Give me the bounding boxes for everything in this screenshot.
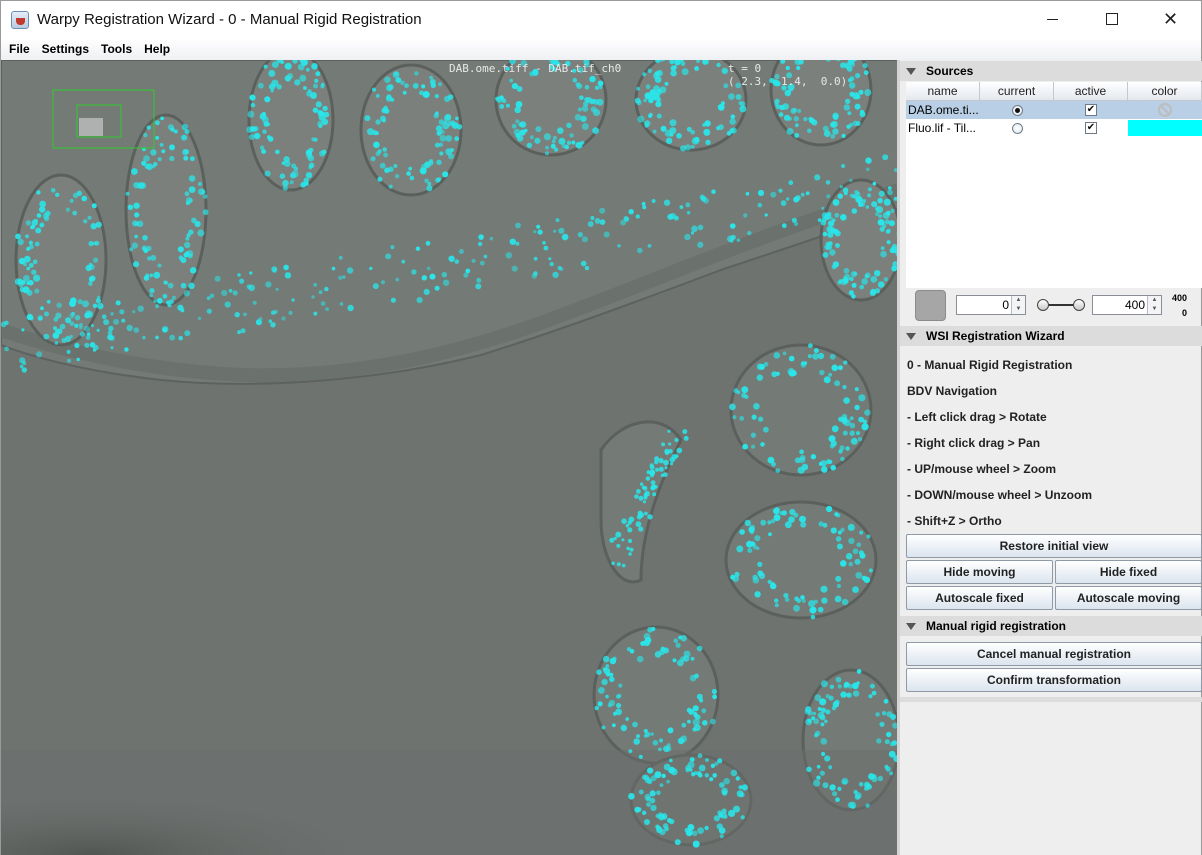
column-header-color[interactable]: color: [1128, 82, 1202, 101]
spinner-arrows-icon[interactable]: ▲ ▼: [1147, 296, 1161, 314]
color-picker-button[interactable]: [915, 290, 946, 321]
active-checkbox[interactable]: ✔: [1085, 104, 1097, 116]
range-slider[interactable]: [1037, 298, 1085, 312]
range-max-label: 400: [1172, 293, 1188, 303]
menu-tools[interactable]: Tools: [95, 42, 138, 56]
display-settings: 0 ▲ ▼ 400 ▲ ▼ 400 0: [900, 288, 1202, 326]
maximize-icon: [1105, 13, 1118, 25]
max-spinner[interactable]: 400 ▲ ▼: [1092, 295, 1162, 315]
range-min-handle[interactable]: [1037, 299, 1049, 311]
window-title: Warpy Registration Wizard - 0 - Manual R…: [37, 11, 422, 28]
wizard-hint: - Shift+Z > Ortho: [907, 514, 1002, 528]
table-row[interactable]: DAB.ome.ti... ✔: [906, 101, 1202, 119]
menu-settings[interactable]: Settings: [36, 42, 95, 56]
source-name: DAB.ome.ti...: [906, 101, 980, 119]
color-swatch[interactable]: [1128, 120, 1202, 136]
min-spinner[interactable]: 0 ▲ ▼: [956, 295, 1026, 315]
column-header-active[interactable]: active: [1054, 82, 1128, 101]
minimize-icon: [1047, 18, 1058, 20]
wizard-hint: - DOWN/mouse wheel > Unzoom: [907, 488, 1093, 502]
hide-fixed-button[interactable]: Hide fixed: [1055, 560, 1202, 584]
range-max-handle[interactable]: [1073, 299, 1085, 311]
no-color-icon[interactable]: [1158, 103, 1172, 117]
autoscale-moving-button[interactable]: Autoscale moving: [1055, 586, 1202, 610]
close-icon: ✕: [1162, 8, 1179, 30]
menu-help[interactable]: Help: [138, 42, 176, 56]
bdv-image-viewer[interactable]: DAB.ome.tiff - DAB.tif_ch0 t = 0 ( 2.3, …: [0, 60, 897, 855]
panel-divider: [900, 697, 1202, 702]
java-app-icon: [11, 10, 29, 29]
cancel-manual-registration-button[interactable]: Cancel manual registration: [906, 642, 1202, 666]
max-value: 400: [1124, 298, 1145, 312]
menu-bar: File Settings Tools Help: [0, 38, 1202, 60]
source-name-overlay: DAB.ome.tiff - DAB.tif_ch0: [449, 62, 622, 75]
min-value: 0: [1002, 298, 1009, 312]
column-header-name[interactable]: name: [906, 82, 980, 101]
wizard-section-header[interactable]: WSI Registration Wizard: [900, 326, 1202, 346]
close-button[interactable]: ✕: [1141, 0, 1200, 38]
table-row[interactable]: Fluo.lif - Til... ✔: [906, 119, 1202, 137]
coordinates-overlay: ( 2.3, 1.4, 0.0): [728, 75, 848, 88]
sources-table: name current active color DAB.ome.ti... …: [906, 82, 1202, 288]
collapse-triangle-icon: [906, 622, 916, 630]
column-header-current[interactable]: current: [980, 82, 1054, 101]
hide-moving-button[interactable]: Hide moving: [906, 560, 1053, 584]
manual-registration-section-header[interactable]: Manual rigid registration: [900, 616, 1202, 636]
maximize-button[interactable]: [1082, 0, 1141, 38]
timepoint-overlay: t = 0: [728, 62, 762, 75]
side-panel: Sources name current active color DAB.om…: [897, 60, 1202, 855]
tissue-image: [1, 60, 897, 855]
source-name: Fluo.lif - Til...: [908, 121, 977, 135]
table-header: name current active color: [906, 82, 1202, 101]
wizard-hint: - Right click drag > Pan: [907, 436, 1041, 450]
active-checkbox[interactable]: ✔: [1085, 122, 1097, 134]
spinner-arrows-icon[interactable]: ▲ ▼: [1011, 296, 1025, 314]
wizard-nav-title: BDV Navigation: [907, 384, 998, 398]
menu-file[interactable]: File: [3, 42, 36, 56]
wizard-step-title: 0 - Manual Rigid Registration: [907, 358, 1073, 372]
wizard-hint: - Left click drag > Rotate: [907, 410, 1047, 424]
wizard-hint: - UP/mouse wheel > Zoom: [907, 462, 1057, 476]
sources-section-header[interactable]: Sources: [900, 61, 1202, 81]
current-radio[interactable]: [1011, 104, 1023, 116]
confirm-transformation-button[interactable]: Confirm transformation: [906, 668, 1202, 692]
restore-initial-view-button[interactable]: Restore initial view: [906, 534, 1202, 558]
title-bar: Warpy Registration Wizard - 0 - Manual R…: [0, 0, 1202, 38]
autoscale-fixed-button[interactable]: Autoscale fixed: [906, 586, 1053, 610]
range-min-label: 0: [1182, 308, 1188, 318]
collapse-triangle-icon: [906, 332, 916, 340]
current-radio[interactable]: [1011, 122, 1023, 134]
minimize-button[interactable]: [1023, 0, 1082, 38]
collapse-triangle-icon: [906, 67, 916, 75]
